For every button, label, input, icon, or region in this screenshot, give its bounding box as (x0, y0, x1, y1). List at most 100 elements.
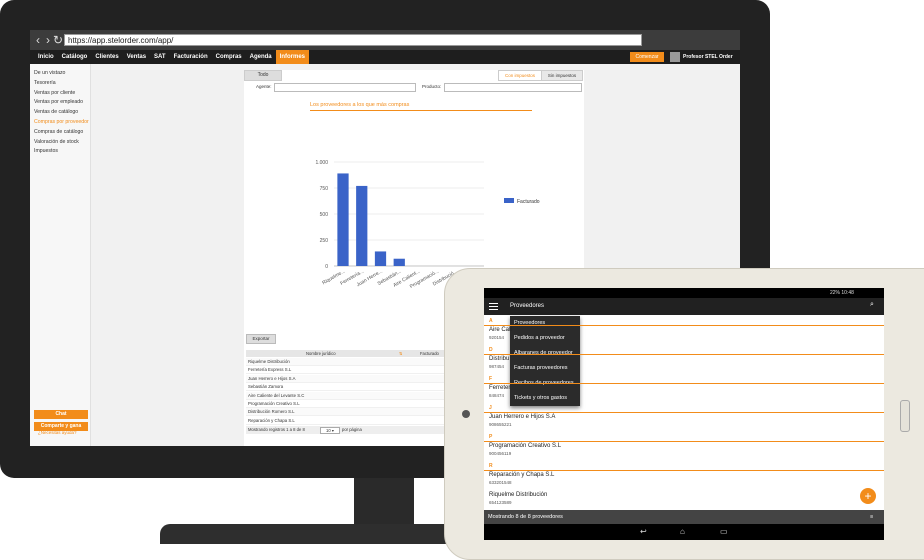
bar-chart: 1.0007505002500Riquelme...Ferretería...J… (315, 160, 539, 290)
sidebar-item-4[interactable]: Ventas de catálogo (34, 109, 78, 115)
group-letter: F (489, 376, 493, 382)
recents-nav-icon[interactable]: ▭ (720, 524, 728, 540)
provider-name[interactable]: Distribu (489, 356, 509, 362)
sidebar-item-8[interactable]: Impuestos (34, 148, 58, 154)
row-name: Sebastián Zamora (248, 384, 284, 390)
sidebar-item-3[interactable]: Ventas por empleado (34, 99, 83, 105)
nav-item-7[interactable]: Agenda (246, 50, 276, 64)
provider-name[interactable]: Riquelme Distribución (489, 492, 547, 498)
provider-code: 908655221 (489, 422, 512, 427)
provider-name[interactable]: Ferreter (489, 385, 510, 391)
agente-label: Agente: (256, 84, 272, 89)
tablet-toolbar: Proveedores ⌕ (484, 298, 884, 315)
provider-code: 900456119 (489, 451, 512, 456)
group-separator (484, 412, 884, 413)
dropdown-item-5[interactable]: Tickets y otros gastos (514, 395, 567, 401)
reload-icon[interactable]: ↻ (52, 33, 64, 47)
agente-field[interactable] (274, 83, 416, 92)
row-name: Programación Creativo S.L (248, 401, 300, 406)
provider-code: 920154 (489, 335, 505, 340)
row-name: Reparación y Chapa S.L (248, 417, 295, 423)
nav-item-2[interactable]: Clientes (91, 50, 122, 64)
sidebar-item-0[interactable]: De un vistazo (34, 70, 65, 76)
group-separator (484, 383, 884, 384)
row-name: Juan Herrero e Hijos S.A (248, 375, 296, 381)
records-info: Mostrando registros 1 a 8 de 8 (248, 427, 305, 432)
add-button[interactable]: + (860, 488, 876, 504)
row-name: Distribución Romero S.L (248, 409, 295, 415)
comenzar-button[interactable]: Comenzar (630, 52, 664, 62)
search-icon[interactable]: ⌕ (870, 301, 874, 309)
producto-field[interactable] (444, 83, 582, 92)
group-letter: R (489, 463, 493, 469)
nav-item-5[interactable]: Facturación (170, 50, 212, 64)
url-bar[interactable]: https://app.stelorder.com/app/ (64, 34, 642, 46)
group-letter: D (489, 347, 493, 353)
provider-name[interactable]: Reparación y Chapa S.L (489, 472, 554, 478)
nav-item-1[interactable]: Catálogo (58, 50, 92, 64)
dropdown-item-1[interactable]: Pedidos a proveedor (514, 335, 565, 341)
bar (356, 185, 368, 266)
chart-title-underline (310, 110, 532, 111)
tablet-side-button[interactable] (900, 400, 910, 432)
todo-button[interactable]: Todo (244, 70, 282, 81)
nav-item-8[interactable]: Informes (275, 50, 309, 64)
provider-code: 654123589 (489, 500, 512, 505)
provider-name[interactable]: Programación Creativo S.L (489, 443, 561, 449)
home-nav-icon[interactable]: ⌂ (680, 524, 685, 540)
nav-item-3[interactable]: Ventas (123, 50, 150, 64)
menu-icon[interactable] (489, 303, 498, 310)
back-nav-icon[interactable]: ↩ (640, 524, 647, 540)
provider-code: 848474 (489, 393, 505, 398)
sidebar-item-7[interactable]: Valoración de stock (34, 139, 79, 145)
share-button[interactable]: Comparte y gana (34, 422, 88, 431)
group-separator (484, 325, 884, 326)
avatar[interactable] (670, 52, 680, 62)
group-letter: J (489, 405, 492, 411)
chart-title: Los proveedores a los que más compras (310, 102, 410, 108)
sidebar-item-2[interactable]: Ventas por cliente (34, 90, 75, 96)
header-nombre[interactable]: Nombre jurídico (306, 350, 336, 357)
chat-button[interactable]: Chat (34, 410, 88, 419)
sidebar-item-5[interactable]: Compras por proveedor (34, 119, 89, 125)
y-tick-label: 0 (325, 264, 328, 270)
group-letter: A (489, 318, 493, 324)
monitor-stand (354, 478, 414, 524)
nav-item-4[interactable]: SAT (150, 50, 170, 64)
page-size-value: 10 (326, 428, 331, 433)
sidebar-item-1[interactable]: Tesorería (34, 80, 56, 86)
nav-item-6[interactable]: Compras (212, 50, 246, 64)
group-separator (484, 470, 884, 471)
dropdown-item-2[interactable]: Albaranes de proveedor (514, 350, 573, 356)
count-text: Mostrando 8 de 8 proveedores (488, 514, 563, 520)
provider-name[interactable]: Aire Cali (489, 327, 512, 333)
y-tick-label: 1.000 (315, 160, 328, 166)
con-impuestos-toggle[interactable]: Con impuestos (498, 70, 542, 81)
legend-swatch (504, 198, 514, 203)
dropdown-item-3[interactable]: Facturas proveedores (514, 365, 568, 371)
header-facturado[interactable]: Facturado (420, 350, 439, 357)
status-info: 22% 10:48 (830, 290, 854, 296)
sidebar-item-6[interactable]: Compras de catálogo (34, 129, 83, 135)
sort-list-icon[interactable]: ≡ (870, 510, 873, 524)
provider-code: 987454 (489, 364, 505, 369)
toolbar-title[interactable]: Proveedores (510, 298, 544, 315)
y-tick-label: 750 (320, 186, 329, 192)
bar (393, 258, 405, 266)
tablet-screen: 22% 10:48 Proveedores ⌕ Proveedores Pedid… (484, 288, 884, 540)
nav-item-0[interactable]: Inicio (34, 50, 58, 64)
sort-icon[interactable]: ⇅ (399, 350, 403, 357)
row-name: Riquelme Distribución (248, 359, 290, 364)
provider-name[interactable]: Juan Herrero e Hijos S.A (489, 414, 555, 420)
sin-impuestos-toggle[interactable]: Sin impuestos (541, 70, 583, 81)
row-name: Aire Caliente del Levante S.C (248, 392, 305, 398)
export-button[interactable]: Exportar (246, 334, 276, 344)
bar (337, 173, 349, 266)
provider-code: 633201548 (489, 480, 512, 485)
group-letter: P (489, 434, 493, 440)
status-bar: 22% 10:48 (484, 288, 884, 298)
y-tick-label: 250 (320, 238, 329, 244)
producto-label: Producto: (422, 84, 442, 89)
user-name[interactable]: Profesor STEL Order (683, 50, 733, 64)
page-size-select[interactable]: 10 ▾ (320, 427, 340, 434)
